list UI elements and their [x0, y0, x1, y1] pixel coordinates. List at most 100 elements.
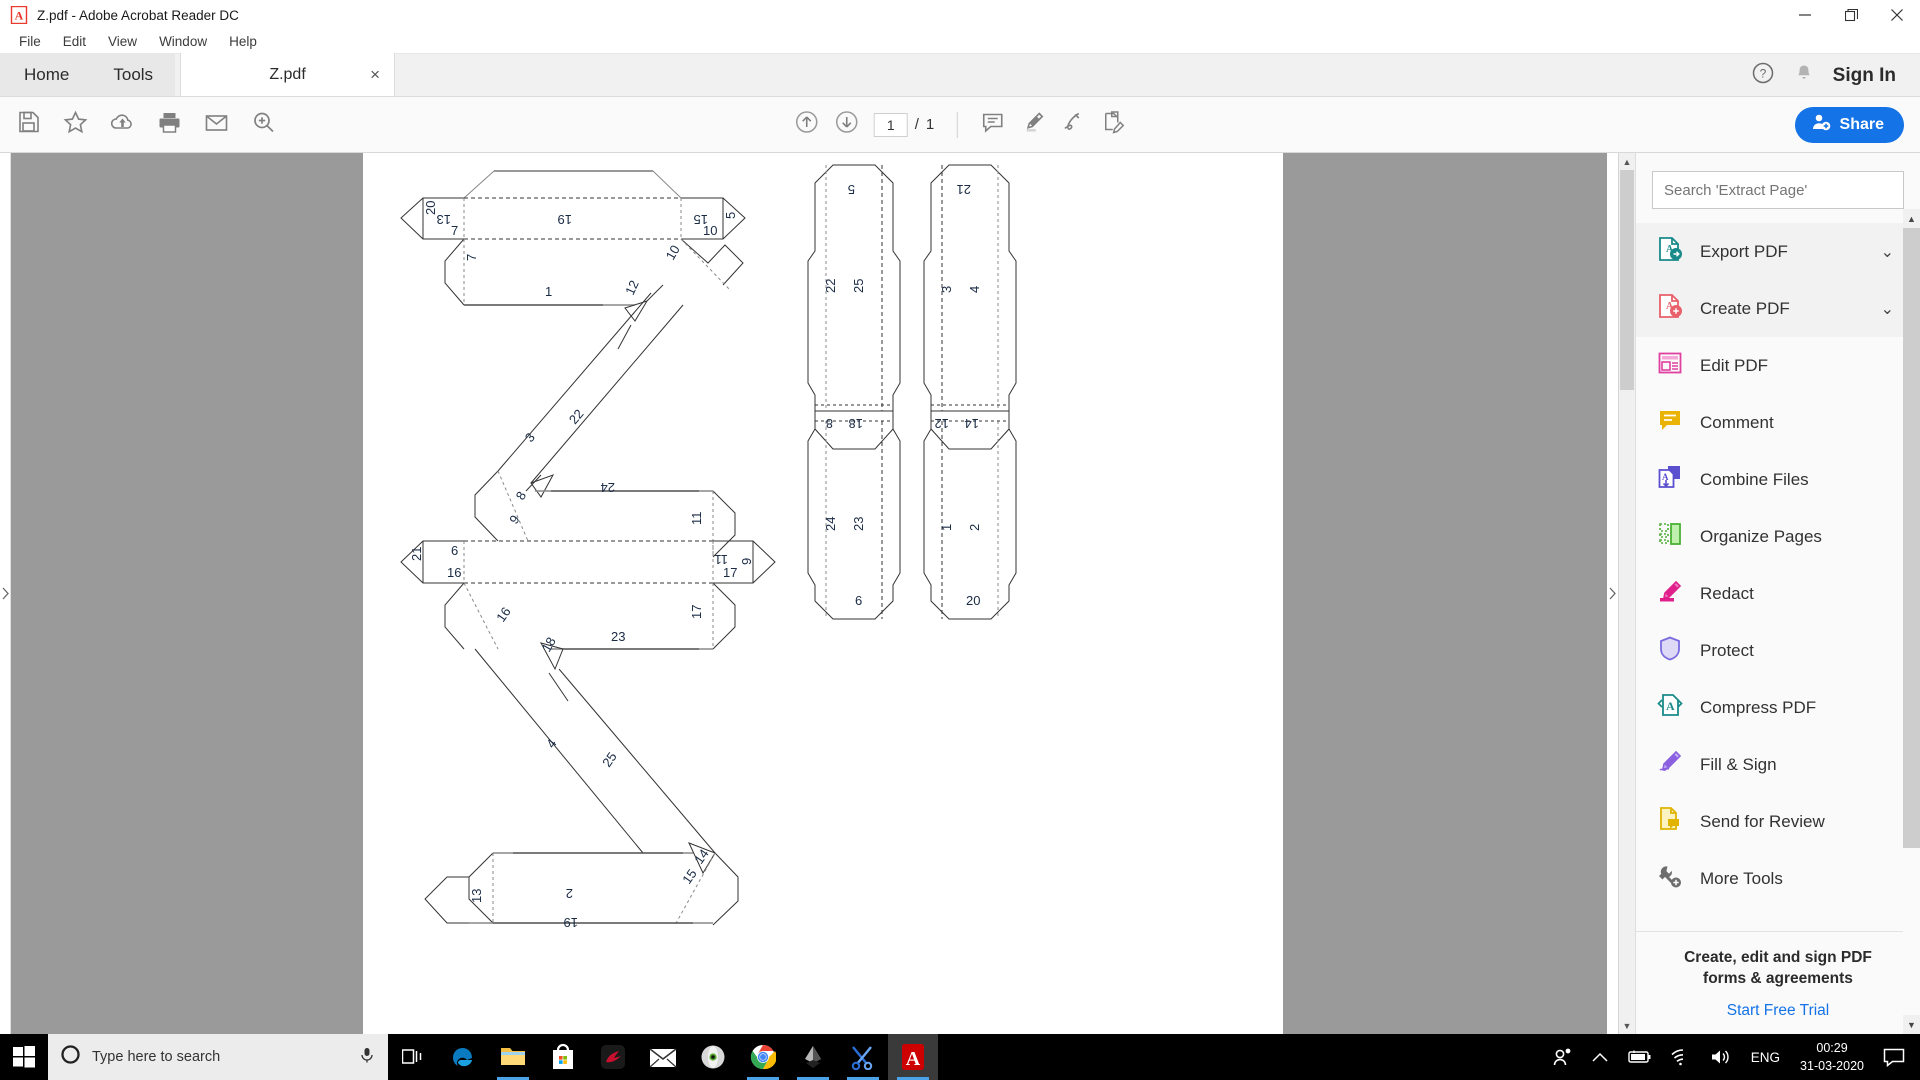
main-toolbar: 1 / 1 Share [0, 97, 1920, 153]
menu-edit[interactable]: Edit [52, 32, 97, 51]
tab-tools[interactable]: Tools [91, 53, 176, 96]
people-icon[interactable] [1543, 1034, 1583, 1080]
action-center-icon[interactable] [1874, 1034, 1914, 1080]
tools-list: A Export PDF ⌄ A Create PDF ⌄ Edit PDF C… [1636, 217, 1920, 931]
tool-label: Organize Pages [1700, 526, 1822, 546]
save-icon[interactable] [16, 109, 42, 140]
chevron-down-icon[interactable]: ⌄ [1881, 242, 1894, 262]
highlight-icon[interactable] [1019, 109, 1045, 140]
taskbar-apps: A [438, 1034, 938, 1080]
email-icon[interactable] [203, 109, 230, 141]
tool-label: Comment [1700, 412, 1774, 432]
page-down-button[interactable] [834, 109, 860, 140]
inkscape-icon[interactable] [788, 1034, 838, 1080]
zoom-search-icon[interactable] [250, 109, 277, 141]
scroll-down-icon[interactable]: ▼ [1619, 1017, 1635, 1034]
tool-send-for-review[interactable]: Send for Review [1636, 793, 1920, 850]
fill-sign-icon[interactable] [1099, 109, 1126, 141]
edge-icon[interactable] [438, 1034, 488, 1080]
mail-icon[interactable] [638, 1034, 688, 1080]
net-label: 4 [967, 286, 982, 293]
start-free-trial-link[interactable]: Start Free Trial [1654, 1002, 1902, 1020]
comment-icon[interactable] [979, 109, 1005, 140]
tool-label: Send for Review [1700, 811, 1825, 831]
clock[interactable]: 00:29 31-03-2020 [1790, 1039, 1874, 1075]
battery-charging-icon[interactable] [1617, 1034, 1661, 1080]
tool-organize-pages[interactable]: Organize Pages [1636, 508, 1920, 565]
task-view-icon[interactable] [388, 1034, 438, 1080]
tab-strip-right: ? Sign In [1751, 54, 1920, 97]
file-explorer-icon[interactable] [488, 1034, 538, 1080]
protect-shield-icon [1656, 634, 1684, 667]
right-navigation-rail[interactable] [1607, 153, 1618, 1034]
tool-edit-pdf[interactable]: Edit PDF [1636, 337, 1920, 394]
wifi-icon[interactable] [1661, 1034, 1701, 1080]
taskbar-search[interactable]: Type here to search [48, 1034, 388, 1080]
close-icon[interactable]: × [370, 65, 380, 85]
taskbar-search-placeholder: Type here to search [92, 1049, 221, 1065]
maximize-button[interactable] [1828, 0, 1874, 30]
print-icon[interactable] [156, 109, 183, 141]
scroll-up-icon[interactable]: ▲ [1619, 153, 1635, 170]
tools-panel-scrollbar[interactable]: ▲ ▼ [1903, 209, 1920, 1034]
question-circle-icon[interactable]: ? [1751, 61, 1775, 90]
tab-document[interactable]: Z.pdf × [180, 53, 396, 96]
net-label: 6 [855, 593, 862, 608]
tool-comment[interactable]: Comment [1636, 394, 1920, 451]
menu-file[interactable]: File [8, 32, 52, 51]
tool-fill-sign[interactable]: Fill & Sign [1636, 736, 1920, 793]
left-navigation-rail[interactable] [0, 153, 11, 1034]
tool-protect[interactable]: Protect [1636, 622, 1920, 679]
sign-in-button[interactable]: Sign In [1833, 65, 1896, 87]
net-label: 12 [622, 278, 642, 297]
tab-home[interactable]: Home [0, 53, 92, 96]
star-icon[interactable] [62, 109, 89, 141]
minimize-button[interactable] [1782, 0, 1828, 30]
menu-bar: File Edit View Window Help [0, 30, 1920, 54]
edit-pdf-icon [1656, 349, 1684, 382]
net-label: 13 [469, 889, 484, 903]
tools-scroll-thumb[interactable] [1903, 228, 1920, 848]
tab-strip: Home Tools Z.pdf × ? Sign In [0, 53, 1920, 97]
language-indicator[interactable]: ENG [1741, 1050, 1790, 1065]
promo-line-2: forms & agreements [1703, 970, 1853, 988]
cloud-upload-icon[interactable] [109, 109, 136, 141]
opera-icon[interactable] [688, 1034, 738, 1080]
net-label: 25 [599, 749, 620, 769]
net-label: 9 [506, 512, 522, 527]
chrome-icon[interactable] [738, 1034, 788, 1080]
microsoft-store-icon[interactable] [538, 1034, 588, 1080]
scroll-thumb[interactable] [1620, 170, 1634, 390]
page-number-input[interactable]: 1 [873, 112, 908, 137]
viewer-vertical-scrollbar[interactable]: ▲ ▼ [1618, 153, 1635, 1034]
tools-scroll-down-icon[interactable]: ▼ [1903, 1015, 1920, 1034]
msi-dragon-icon[interactable] [588, 1034, 638, 1080]
show-hidden-icons-chevron[interactable] [1583, 1034, 1617, 1080]
tool-compress-pdf[interactable]: A Compress PDF [1636, 679, 1920, 736]
net-label: 2 [967, 524, 982, 531]
sign-icon[interactable] [1059, 109, 1085, 140]
tool-export-pdf[interactable]: A Export PDF ⌄ [1636, 223, 1920, 280]
chevron-down-icon[interactable]: ⌄ [1881, 299, 1894, 319]
tools-scroll-up-icon[interactable]: ▲ [1903, 209, 1920, 228]
snipping-tool-icon[interactable] [838, 1034, 888, 1080]
tool-label: Fill & Sign [1700, 754, 1777, 774]
menu-window[interactable]: Window [148, 32, 218, 51]
windows-start-icon[interactable] [0, 1034, 48, 1080]
acrobat-reader-icon[interactable]: A [888, 1034, 938, 1080]
menu-help[interactable]: Help [218, 32, 268, 51]
microphone-icon[interactable] [358, 1046, 376, 1069]
menu-view[interactable]: View [97, 32, 148, 51]
windows-taskbar: Type here to search A ENG 00:29 31-03-20… [0, 1034, 1920, 1080]
tool-combine-files[interactable]: A Combine Files [1636, 451, 1920, 508]
net-label: 16 [447, 565, 461, 580]
notification-bell-icon[interactable] [1793, 62, 1815, 89]
close-button[interactable] [1874, 0, 1920, 30]
tool-redact[interactable]: Redact [1636, 565, 1920, 622]
tool-create-pdf[interactable]: A Create PDF ⌄ [1636, 280, 1920, 337]
volume-icon[interactable] [1701, 1034, 1741, 1080]
page-up-button[interactable] [794, 109, 820, 140]
share-button[interactable]: Share [1794, 106, 1904, 143]
tool-more-tools[interactable]: More Tools [1636, 850, 1920, 907]
search-input[interactable] [1652, 171, 1904, 209]
